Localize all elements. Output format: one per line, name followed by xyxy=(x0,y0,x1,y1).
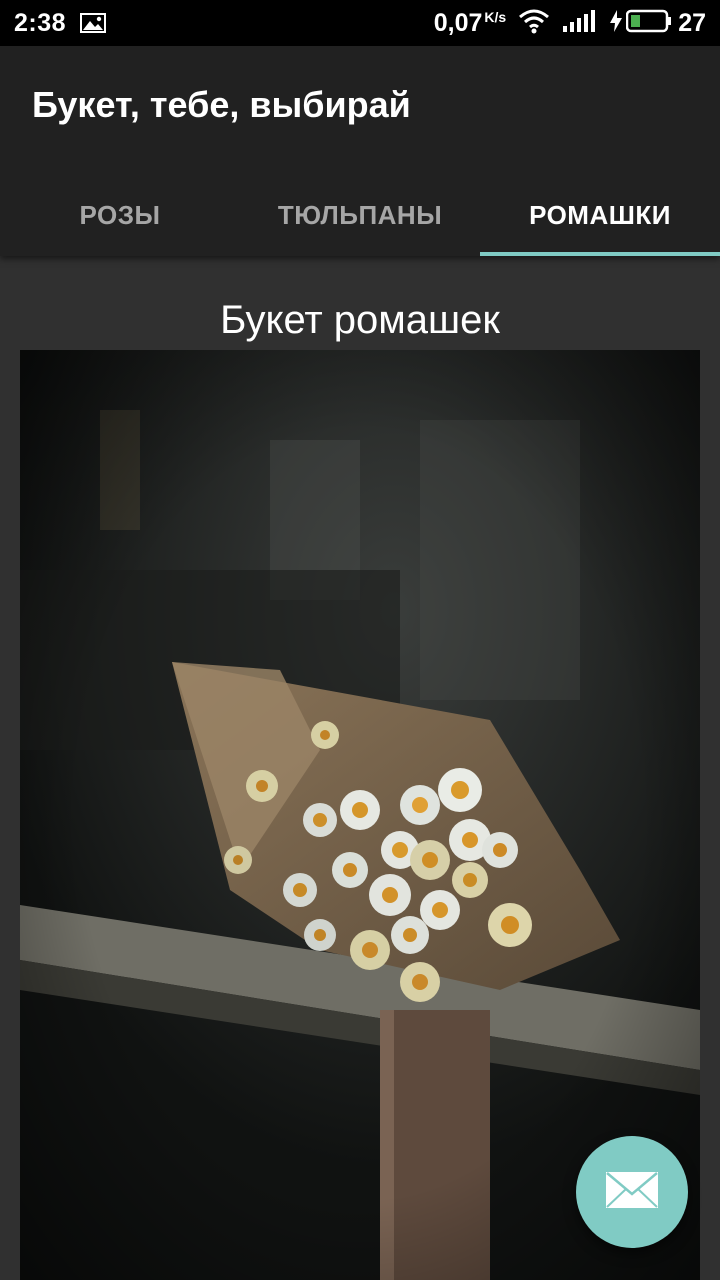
charging-icon xyxy=(610,9,623,37)
tab-tulips[interactable]: ТЮЛЬПАНЫ xyxy=(240,174,480,256)
battery-icon xyxy=(625,9,672,38)
status-bar: 2:38 0,07 K/s 27 xyxy=(0,0,720,46)
tab-daisies[interactable]: РОМАШКИ xyxy=(480,174,720,256)
content-title: Букет ромашек xyxy=(220,298,500,342)
tab-indicator xyxy=(480,252,720,256)
app-title: Букет, тебе, выбирай xyxy=(32,84,411,125)
tab-roses[interactable]: РОЗЫ xyxy=(0,174,240,256)
wifi-icon xyxy=(518,8,550,39)
network-speed: 0,07 xyxy=(433,8,483,37)
battery-level: 27 xyxy=(678,8,706,37)
mail-icon xyxy=(606,1172,658,1212)
gallery-icon xyxy=(80,13,107,33)
bouquet-photo xyxy=(20,350,700,1280)
tab-bar: РОЗЫ ТЮЛЬПАНЫ РОМАШКИ xyxy=(0,174,720,256)
app-bar: Букет, тебе, выбирай РОЗЫ ТЮЛЬПАНЫ РОМАШ… xyxy=(0,46,720,256)
tab-daisies-label: РОМАШКИ xyxy=(529,199,671,230)
send-message-button[interactable] xyxy=(576,1136,688,1248)
signal-icon xyxy=(562,9,598,38)
network-speed-unit: K/s xyxy=(484,9,507,25)
status-time: 2:38 xyxy=(14,8,67,37)
